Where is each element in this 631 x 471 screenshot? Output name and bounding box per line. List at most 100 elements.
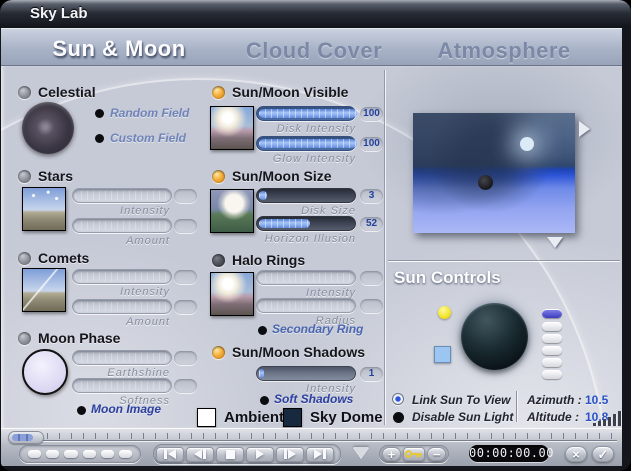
link-sun-to-view-radio[interactable] bbox=[392, 393, 404, 405]
add-keyframe-button[interactable]: + bbox=[382, 447, 401, 461]
moon-phase-toggle-led[interactable] bbox=[18, 332, 31, 345]
timeline-scrubber-thumb[interactable] bbox=[8, 431, 44, 444]
playback-controls bbox=[153, 444, 341, 464]
keyframe-key-button[interactable] bbox=[402, 447, 426, 461]
comets-toggle-led[interactable] bbox=[18, 252, 31, 265]
sky-preview[interactable] bbox=[413, 113, 575, 233]
comets-amount-label: Amount bbox=[126, 316, 170, 328]
sun-color-dot[interactable] bbox=[438, 306, 451, 319]
tab-cloud-cover[interactable]: Cloud Cover bbox=[229, 38, 399, 64]
stars-preview-thumbnail[interactable] bbox=[22, 187, 66, 231]
comets-intensity-label: Intensity bbox=[120, 286, 170, 298]
skip-to-start-button[interactable] bbox=[156, 446, 184, 462]
secondary-ring-bullet[interactable] bbox=[258, 326, 267, 335]
timeline-memory-dot[interactable] bbox=[82, 450, 96, 458]
step-back-button[interactable] bbox=[186, 446, 214, 462]
tab-sun-moon[interactable]: Sun & Moon bbox=[29, 36, 209, 62]
timeline-ticks[interactable] bbox=[47, 433, 615, 439]
time-display[interactable]: 00:00:00.00 bbox=[469, 445, 553, 462]
disk-intensity-value[interactable]: 100 bbox=[360, 107, 383, 121]
moon-image-bullet[interactable] bbox=[77, 406, 86, 415]
halo-intensity-slider[interactable] bbox=[256, 270, 356, 285]
sun-moon-size-led[interactable] bbox=[212, 170, 225, 183]
timeline-memory-dot[interactable] bbox=[46, 450, 60, 458]
stars-amount-slider[interactable] bbox=[72, 218, 172, 233]
shadows-intensity-slider[interactable] bbox=[256, 366, 356, 381]
memory-dot-add[interactable] bbox=[542, 309, 562, 318]
confirm-button[interactable]: ✓ bbox=[592, 446, 614, 462]
sun-position-trackball[interactable] bbox=[461, 303, 528, 370]
glow-intensity-slider[interactable] bbox=[256, 136, 357, 151]
preview-expand-arrow-icon[interactable] bbox=[547, 237, 563, 248]
resize-grip-icon[interactable] bbox=[593, 411, 622, 426]
disk-intensity-slider[interactable] bbox=[256, 106, 357, 121]
halo-rings-label: Halo Rings bbox=[232, 252, 306, 268]
timeline-bar: + − 00:00:00.00 × ✓ bbox=[1, 428, 622, 466]
random-field-option[interactable]: Random Field bbox=[110, 106, 189, 120]
timeline-memory-dot[interactable] bbox=[64, 450, 78, 458]
stop-button[interactable] bbox=[216, 446, 244, 462]
ambient-label: Ambient bbox=[224, 409, 284, 426]
celestial-trackball[interactable] bbox=[22, 102, 74, 154]
memory-dot-1[interactable] bbox=[542, 322, 562, 331]
cancel-button[interactable]: × bbox=[565, 446, 587, 462]
memory-dot-4[interactable] bbox=[542, 358, 562, 367]
earthshine-slider[interactable] bbox=[72, 350, 172, 365]
custom-field-option[interactable]: Custom Field bbox=[110, 131, 186, 145]
timeline-memory-dot[interactable] bbox=[100, 450, 114, 458]
glow-intensity-label: Glow Intensity bbox=[272, 153, 356, 165]
memory-dot-5[interactable] bbox=[542, 370, 562, 379]
stars-intensity-slider[interactable] bbox=[72, 188, 172, 203]
sky-color-swatch[interactable] bbox=[434, 346, 451, 363]
softness-value bbox=[174, 379, 197, 393]
soft-shadows-bullet[interactable] bbox=[260, 396, 269, 405]
sky-dome-color-swatch[interactable] bbox=[283, 408, 302, 427]
azimuth-value[interactable]: 10.5 bbox=[585, 393, 608, 407]
memory-dot-3[interactable] bbox=[542, 346, 562, 355]
preview-reference-sphere bbox=[477, 175, 493, 191]
comets-amount-slider[interactable] bbox=[72, 299, 172, 314]
disable-sun-light-radio[interactable] bbox=[393, 412, 404, 423]
stars-intensity-value bbox=[174, 189, 197, 203]
sun-moon-shadows-led[interactable] bbox=[212, 346, 225, 359]
skip-to-end-button[interactable] bbox=[306, 446, 334, 462]
remove-keyframe-button[interactable]: − bbox=[427, 447, 447, 461]
tab-atmosphere[interactable]: Atmosphere bbox=[419, 38, 589, 64]
custom-field-bullet[interactable] bbox=[95, 134, 104, 143]
timeline-memory-dot[interactable] bbox=[118, 450, 133, 458]
play-button[interactable] bbox=[246, 446, 274, 462]
glow-intensity-value[interactable]: 100 bbox=[360, 137, 383, 151]
horizon-illusion-value[interactable]: 52 bbox=[360, 217, 383, 231]
softness-slider[interactable] bbox=[72, 378, 172, 393]
stars-section-label: Stars bbox=[38, 168, 74, 184]
preview-next-arrow-icon[interactable] bbox=[579, 121, 590, 137]
comets-intensity-value bbox=[174, 270, 197, 284]
disk-size-slider[interactable] bbox=[256, 188, 356, 203]
halo-rings-led[interactable] bbox=[212, 254, 225, 267]
step-forward-button[interactable] bbox=[276, 446, 304, 462]
sun-moon-visible-led[interactable] bbox=[212, 86, 225, 99]
link-sun-to-view-label[interactable]: Link Sun To View bbox=[412, 393, 510, 407]
horizon-illusion-slider[interactable] bbox=[256, 216, 356, 231]
stars-amount-value bbox=[174, 219, 197, 233]
timeline-options-dropdown-icon[interactable] bbox=[353, 447, 369, 458]
altitude-label: Altitude : bbox=[527, 410, 579, 424]
window-title: Sky Lab bbox=[30, 5, 88, 22]
random-field-bullet[interactable] bbox=[95, 109, 104, 118]
memory-dot-2[interactable] bbox=[542, 334, 562, 343]
stars-toggle-led[interactable] bbox=[18, 170, 31, 183]
ambient-color-swatch[interactable] bbox=[197, 408, 216, 427]
shadows-intensity-value[interactable]: 1 bbox=[360, 367, 383, 381]
comets-intensity-slider[interactable] bbox=[72, 269, 172, 284]
disable-sun-light-label[interactable]: Disable Sun Light bbox=[412, 410, 513, 424]
halo-radius-slider[interactable] bbox=[256, 298, 356, 313]
disk-size-value[interactable]: 3 bbox=[360, 189, 383, 203]
comets-preview-thumbnail[interactable] bbox=[22, 268, 66, 312]
soft-shadows-option[interactable]: Soft Shadows bbox=[274, 392, 353, 406]
timeline-ruler[interactable] bbox=[9, 440, 617, 441]
title-bar[interactable]: Sky Lab bbox=[0, 0, 631, 28]
celestial-toggle-led[interactable] bbox=[18, 86, 31, 99]
timeline-memory-dot[interactable] bbox=[28, 450, 42, 458]
moon-image-option[interactable]: Moon Image bbox=[91, 402, 161, 416]
secondary-ring-option[interactable]: Secondary Ring bbox=[272, 322, 363, 336]
